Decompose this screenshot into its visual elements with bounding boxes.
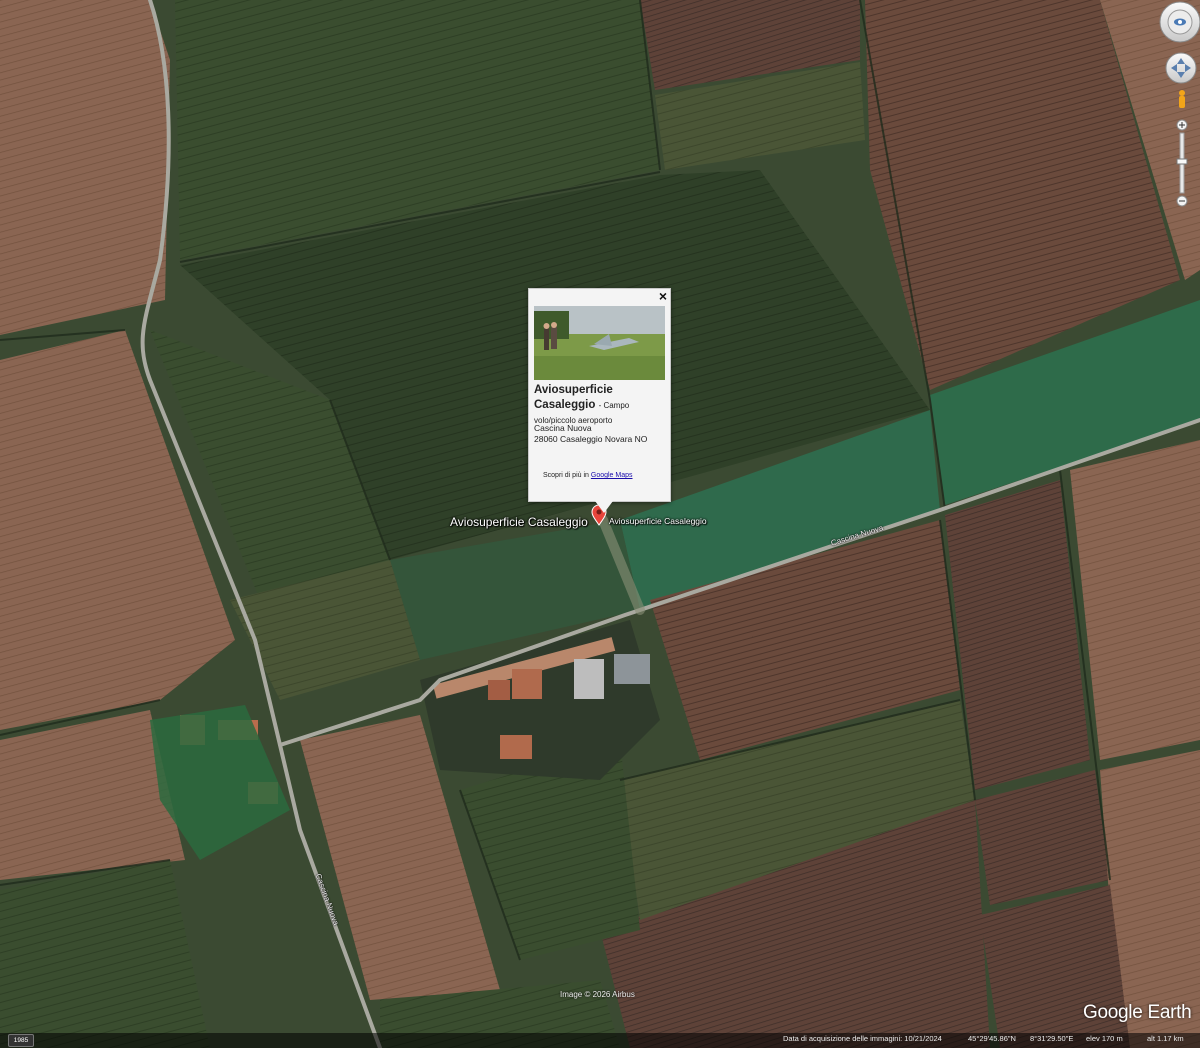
placemark-label[interactable]: Aviosuperficie Casaleggio — [450, 515, 588, 529]
placemark-info-balloon: × Aviosuperficie Casaleggio - Campo volo… — [528, 288, 671, 513]
more-info: Scopri di più in Google Maps — [543, 472, 633, 479]
place-title: Aviosuperficie Casaleggio - Campo volo/p… — [534, 383, 668, 428]
place-title-line1: Aviosuperficie — [534, 384, 613, 396]
longitude-readout: 8°31'29.50"E — [1030, 1034, 1074, 1043]
address-line1: Cascina Nuova — [534, 423, 592, 433]
acquisition-date: Data di acquisizione delle immagini: 10/… — [783, 1034, 942, 1043]
close-icon[interactable]: × — [659, 289, 667, 303]
eye-altitude-readout: alt 1.17 km — [1147, 1034, 1184, 1043]
move-joystick[interactable] — [1165, 52, 1197, 84]
elevation-readout: elev 170 m — [1086, 1034, 1123, 1043]
imagery-attribution: Image © 2026 Airbus — [560, 990, 635, 999]
place-photo[interactable] — [534, 306, 665, 380]
latitude-readout: 45°29'45.86"N — [968, 1034, 1016, 1043]
pegman-icon[interactable] — [1179, 90, 1185, 108]
status-bar — [0, 1033, 1200, 1048]
address-line2: 28060 Casaleggio Novara NO — [534, 434, 648, 444]
place-title-line2: Casaleggio — [534, 399, 596, 411]
google-maps-link[interactable]: Google Maps — [591, 472, 633, 479]
more-info-prefix: Scopri di più in — [543, 472, 589, 479]
look-joystick[interactable] — [1159, 1, 1200, 43]
historical-imagery-year[interactable]: 1985 — [8, 1034, 34, 1047]
satellite-map[interactable] — [0, 0, 1200, 1048]
field-west-north — [0, 0, 170, 335]
place-address: Cascina Nuova 28060 Casaleggio Novara NO — [534, 423, 647, 445]
placemark-label-small[interactable]: Aviosuperficie Casaleggio — [609, 516, 707, 526]
google-earth-logo: Google Earth — [1083, 1002, 1192, 1023]
